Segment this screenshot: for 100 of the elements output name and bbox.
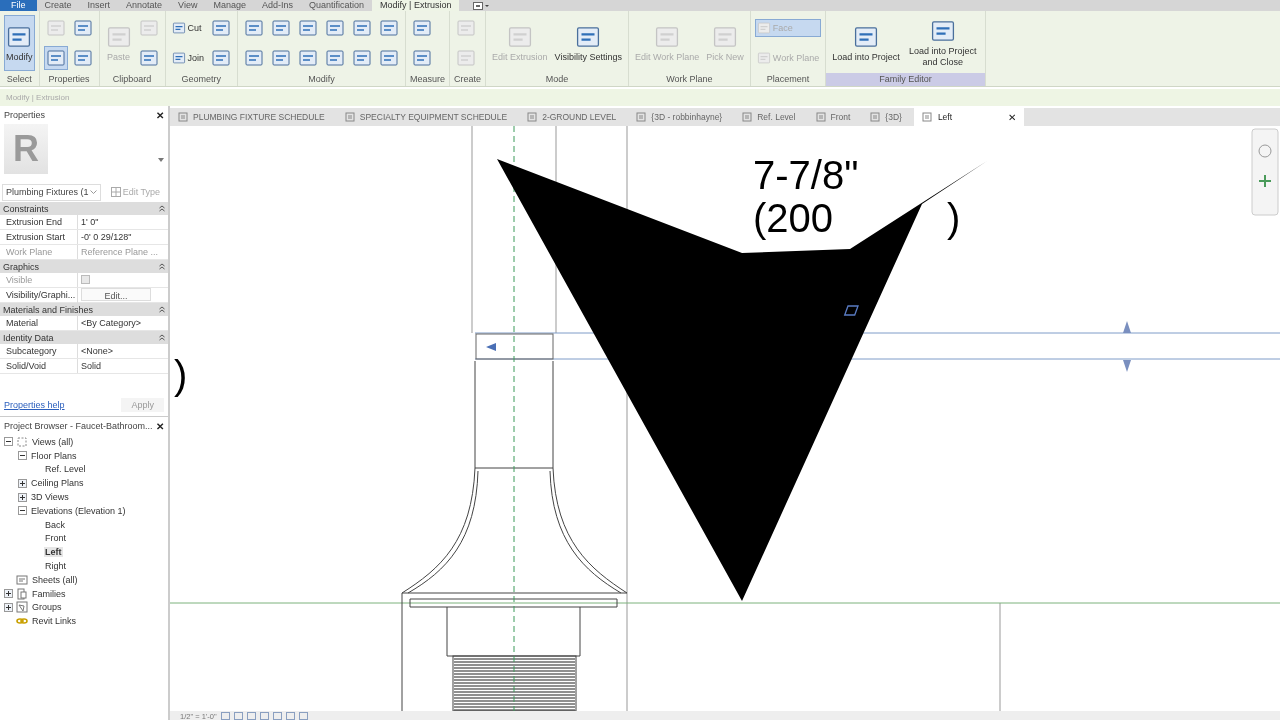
- property-label: Extrusion Start: [0, 230, 78, 244]
- collapse-icon[interactable]: [159, 205, 165, 212]
- arrow-handle[interactable]: [1123, 321, 1131, 333]
- edit-button[interactable]: Edit...: [81, 288, 151, 301]
- browser-item[interactable]: Sheets (all): [31, 574, 79, 585]
- toggle-icon[interactable]: [18, 492, 27, 502]
- tool-icon: [72, 48, 93, 68]
- ribbon-button[interactable]: Join: [169, 49, 207, 67]
- navigation-bar[interactable]: [1251, 128, 1279, 216]
- panel-label: Placement: [765, 73, 811, 86]
- document-tab[interactable]: SPECIALTY EQUIPMENT SCHEDULE: [336, 108, 520, 126]
- document-icon: [870, 112, 881, 122]
- document-tab[interactable]: {3D - robbinhayne}: [628, 108, 735, 126]
- property-label: Solid/Void: [0, 359, 78, 373]
- ribbon-tab[interactable]: Annotate: [118, 0, 171, 11]
- dimension-text: 7-7/8": [753, 153, 859, 197]
- family-icon: [16, 587, 28, 600]
- browser-item[interactable]: Right: [44, 561, 67, 572]
- ribbon-tab[interactable]: View: [170, 0, 206, 11]
- tool-icon: [325, 48, 346, 68]
- ribbon-tab[interactable]: Create: [36, 0, 80, 11]
- browser-item[interactable]: Left: [44, 547, 63, 558]
- toggle-icon[interactable]: [4, 589, 13, 599]
- document-tab[interactable]: 2-GROUND LEVEL: [519, 108, 629, 126]
- ribbon-button[interactable]: Cut: [169, 19, 207, 37]
- window-switch-icon[interactable]: [473, 1, 492, 10]
- tool-icon: [244, 18, 265, 38]
- tool-icon: [171, 21, 186, 35]
- ribbon-button[interactable]: Visibility Settings: [552, 15, 624, 71]
- browser-item[interactable]: Elevations (Elevation 1): [30, 505, 127, 516]
- browser-item[interactable]: Front: [44, 533, 67, 544]
- document-tab[interactable]: PLUMBING FIXTURE SCHEDULE: [170, 108, 337, 126]
- document-icon: [815, 112, 826, 122]
- document-tab[interactable]: Front: [807, 108, 863, 126]
- property-value[interactable]: <None>: [78, 344, 160, 358]
- ribbon-button[interactable]: Load into Project: [830, 15, 902, 71]
- ribbon-button[interactable]: Modify: [4, 15, 35, 71]
- ribbon-tab[interactable]: Quantification: [301, 0, 373, 11]
- close-button[interactable]: ✕: [156, 109, 164, 121]
- grid-icon: [110, 187, 121, 197]
- document-tab[interactable]: {3D}: [862, 108, 914, 126]
- type-selector[interactable]: Plumbing Fixtures (1: [2, 183, 101, 201]
- property-value[interactable]: 1' 0": [78, 215, 160, 229]
- browser-item[interactable]: Revit Links: [31, 616, 77, 627]
- tool-icon: [412, 48, 433, 68]
- document-tab[interactable]: Ref. Level: [734, 108, 808, 126]
- collapse-icon[interactable]: [159, 306, 165, 313]
- group-header[interactable]: Graphics: [3, 261, 39, 272]
- toggle-icon[interactable]: [18, 506, 27, 516]
- browser-item[interactable]: 3D Views: [30, 492, 70, 503]
- arrow-handle[interactable]: [1123, 360, 1131, 372]
- panel-label: Work Plane: [665, 73, 714, 86]
- ribbon-tab[interactable]: Insert: [79, 0, 119, 11]
- panel-label: Modify: [307, 73, 336, 86]
- panel-label: Measure: [409, 73, 447, 86]
- browser-item[interactable]: Back: [44, 519, 66, 530]
- browser-item[interactable]: Floor Plans: [30, 450, 78, 461]
- toggle-icon[interactable]: [4, 602, 13, 612]
- tool-icon: [45, 48, 66, 68]
- ribbon-tab[interactable]: Add-Ins: [253, 0, 301, 11]
- toggle-icon[interactable]: [18, 478, 27, 488]
- browser-item[interactable]: Views (all): [31, 436, 75, 447]
- document-icon: [636, 112, 647, 122]
- property-label: Work Plane: [0, 245, 78, 259]
- property-value[interactable]: Solid: [78, 359, 160, 373]
- ribbon-tab[interactable]: File: [0, 0, 37, 11]
- collapse-icon[interactable]: [159, 263, 165, 270]
- chevron-icon[interactable]: [89, 189, 97, 195]
- tool-icon: [456, 18, 477, 38]
- document-tab[interactable]: Left ✕: [913, 108, 1025, 126]
- property-value[interactable]: <By Category>: [78, 316, 160, 330]
- close-button[interactable]: ✕: [156, 420, 164, 432]
- tool-icon: [352, 48, 373, 68]
- collapse-icon[interactable]: [159, 334, 165, 341]
- ribbon-button[interactable]: [43, 46, 68, 70]
- toggle-icon[interactable]: [4, 437, 13, 447]
- tool-icon: [271, 18, 292, 38]
- tool-icon: [211, 18, 232, 38]
- tool-icon: [45, 18, 66, 38]
- property-value[interactable]: -0' 0 29/128": [78, 230, 160, 244]
- panel-label: Properties: [47, 73, 91, 86]
- toggle-icon[interactable]: [18, 451, 27, 461]
- browser-item[interactable]: Families: [31, 588, 67, 599]
- ribbon-tab[interactable]: Manage: [205, 0, 254, 11]
- property-label: Subcategory: [0, 344, 78, 358]
- caret-icon[interactable]: [158, 158, 164, 162]
- ribbon-tab[interactable]: Modify | Extrusion: [372, 0, 460, 11]
- browser-item[interactable]: Groups: [31, 602, 63, 613]
- panel-label: Select: [5, 73, 33, 86]
- tool-icon: [298, 48, 319, 68]
- panel-label: Create: [453, 73, 483, 86]
- browser-item[interactable]: Ref. Level: [44, 464, 87, 475]
- panel-label: Family Editor: [826, 73, 985, 86]
- tool-icon: [379, 48, 400, 68]
- tool-icon: [412, 18, 433, 38]
- ribbon-button[interactable]: Load into Project and Close: [904, 15, 981, 71]
- drag-control-icon[interactable]: [843, 305, 859, 316]
- help-link[interactable]: Properties help: [4, 400, 65, 410]
- panel-label: Clipboard: [111, 73, 153, 86]
- browser-item[interactable]: Ceiling Plans: [30, 478, 85, 489]
